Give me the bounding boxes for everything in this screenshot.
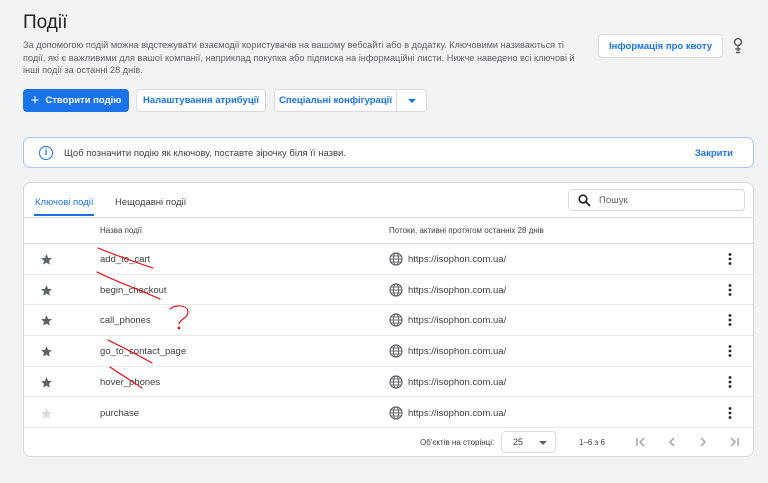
stream-url: https://isophon.com.ua/	[408, 254, 507, 265]
more-vert-icon[interactable]	[725, 283, 735, 297]
star-icon[interactable]	[40, 407, 53, 420]
globe-icon	[389, 283, 403, 297]
globe-icon	[389, 313, 403, 327]
quota-info-button[interactable]: Інформація про квоту	[598, 34, 723, 58]
search-input[interactable]	[599, 193, 739, 208]
stream-url: https://isophon.com.ua/	[408, 376, 507, 388]
tab-recent-events[interactable]: Нещодавні події	[115, 197, 186, 208]
table-row[interactable]: hover_phones https://isophon.com.ua/	[24, 367, 753, 398]
star-icon[interactable]	[40, 376, 53, 389]
stream-url: https://isophon.com.ua/	[408, 315, 507, 327]
globe-icon	[389, 344, 403, 358]
create-event-label: Створити подію	[45, 95, 122, 106]
search-box[interactable]	[568, 189, 745, 211]
more-vert-icon[interactable]	[725, 375, 735, 389]
page-description: За допомогою подій можна відстежувати вз…	[23, 40, 575, 75]
lightbulb-icon[interactable]	[733, 37, 743, 55]
table-row[interactable]: go_to_contact_page https://isophon.com.ua…	[24, 336, 753, 367]
active-tab-indicator	[34, 214, 94, 216]
more-vert-icon[interactable]	[725, 344, 735, 358]
plus-icon: +	[30, 92, 40, 109]
rows-per-page-select[interactable]: 25	[501, 431, 556, 453]
next-page-icon[interactable]	[696, 435, 710, 449]
event-name: hover_phones	[100, 376, 161, 388]
star-icon[interactable]	[40, 284, 53, 297]
globe-icon	[389, 405, 403, 420]
event-name: call_phones	[100, 315, 151, 327]
event-name: purchase	[100, 407, 140, 419]
create-event-button[interactable]: + Створити подію	[23, 89, 129, 112]
event-name: begin_checkout	[100, 284, 167, 296]
table-row[interactable]: add_to_cart https://isophon.com.ua/	[24, 244, 753, 275]
star-icon[interactable]	[40, 345, 53, 358]
globe-icon	[389, 375, 403, 389]
star-icon[interactable]	[40, 314, 53, 327]
last-page-icon[interactable]	[727, 435, 741, 449]
table-row[interactable]: call_phones https://isophon.com.ua/	[24, 305, 753, 337]
table-row[interactable]: begin_checkout https://isophon.com.ua/	[24, 275, 753, 306]
stream-url: https://isophon.com.ua/	[408, 407, 507, 419]
column-header-streams: Потоки, активні протягом останніх 28 дні…	[389, 226, 544, 235]
rows-per-page-label: Об'єктів на сторінці:	[420, 438, 495, 447]
custom-config-dropdown-icon[interactable]	[396, 89, 427, 112]
search-icon	[578, 194, 591, 207]
star-icon[interactable]	[40, 253, 53, 266]
info-banner: i Щоб позначити подію як ключову, постав…	[23, 137, 754, 168]
stream-url: https://isophon.com.ua/	[408, 284, 507, 296]
first-page-icon[interactable]	[634, 435, 648, 449]
events-card: Ключові події Нещодавні події Назва поді…	[23, 182, 754, 457]
close-banner-link[interactable]: Закрити	[695, 148, 733, 159]
dropdown-arrow-icon	[539, 441, 547, 445]
prev-page-icon[interactable]	[665, 435, 679, 449]
attribution-settings-button[interactable]: Налаштування атрибуції	[136, 89, 266, 112]
column-header-event-name[interactable]: Назва події	[100, 226, 142, 235]
page-title: Події	[23, 12, 68, 33]
info-icon: i	[39, 146, 53, 160]
event-name: go_to_contact_page	[100, 346, 187, 358]
tabs-divider	[24, 217, 753, 218]
more-vert-icon[interactable]	[725, 406, 735, 420]
globe-icon	[389, 252, 403, 266]
rows-per-page-value: 25	[513, 437, 524, 447]
event-name: add_to_cart	[100, 254, 151, 265]
pagination-range: 1–6 з 6	[579, 438, 605, 447]
custom-config-button[interactable]: Спеціальні конфігурації	[274, 89, 396, 112]
table-row[interactable]: purchase https://isophon.com.ua/	[24, 398, 753, 429]
more-vert-icon[interactable]	[725, 313, 735, 327]
tab-key-events[interactable]: Ключові події	[35, 197, 94, 208]
info-banner-text: Щоб позначити подію як ключову, поставте…	[64, 148, 346, 159]
more-vert-icon[interactable]	[725, 252, 735, 266]
stream-url: https://isophon.com.ua/	[408, 346, 507, 358]
